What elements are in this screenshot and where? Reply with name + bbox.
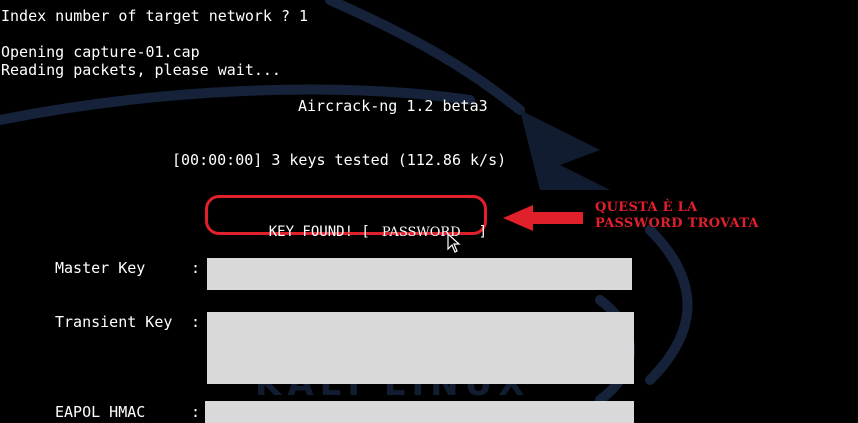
- eapol-hmac-redaction: [205, 401, 634, 423]
- annotation-line-1: QUESTA È LA: [595, 200, 698, 215]
- password-found-annotation: QUESTA È LA PASSWORD TROVATA: [595, 200, 759, 232]
- master-key-redaction: [207, 258, 632, 290]
- mouse-pointer-icon: [447, 233, 461, 253]
- keys-tested-status: [00:00:00] 3 keys tested (112.86 k/s): [172, 151, 507, 169]
- master-key-colon: :: [191, 259, 201, 277]
- annotation-line-2: PASSWORD TROVATA: [595, 216, 759, 231]
- eapol-hmac-label: EAPOL HMAC: [55, 403, 146, 421]
- reading-packets-line: Reading packets, please wait...: [1, 61, 281, 79]
- key-found-suffix: ]: [478, 224, 488, 240]
- opening-capture-line: Opening capture-01.cap: [1, 43, 200, 61]
- aircrack-title: Aircrack-ng 1.2 beta3: [298, 97, 488, 115]
- left-arrow-icon: [503, 205, 583, 231]
- eapol-hmac-colon: :: [191, 403, 201, 421]
- transient-key-redaction: [207, 312, 634, 384]
- terminal-window[interactable]: KALI LINUX Index number of target networ…: [0, 0, 858, 423]
- key-found-prefix: KEY FOUND! [: [268, 224, 370, 240]
- transient-key-label: Transient Key: [55, 313, 173, 331]
- master-key-label: Master Key: [55, 259, 146, 277]
- index-prompt-line: Index number of target network ? 1: [1, 7, 309, 25]
- transient-key-colon: :: [191, 313, 201, 331]
